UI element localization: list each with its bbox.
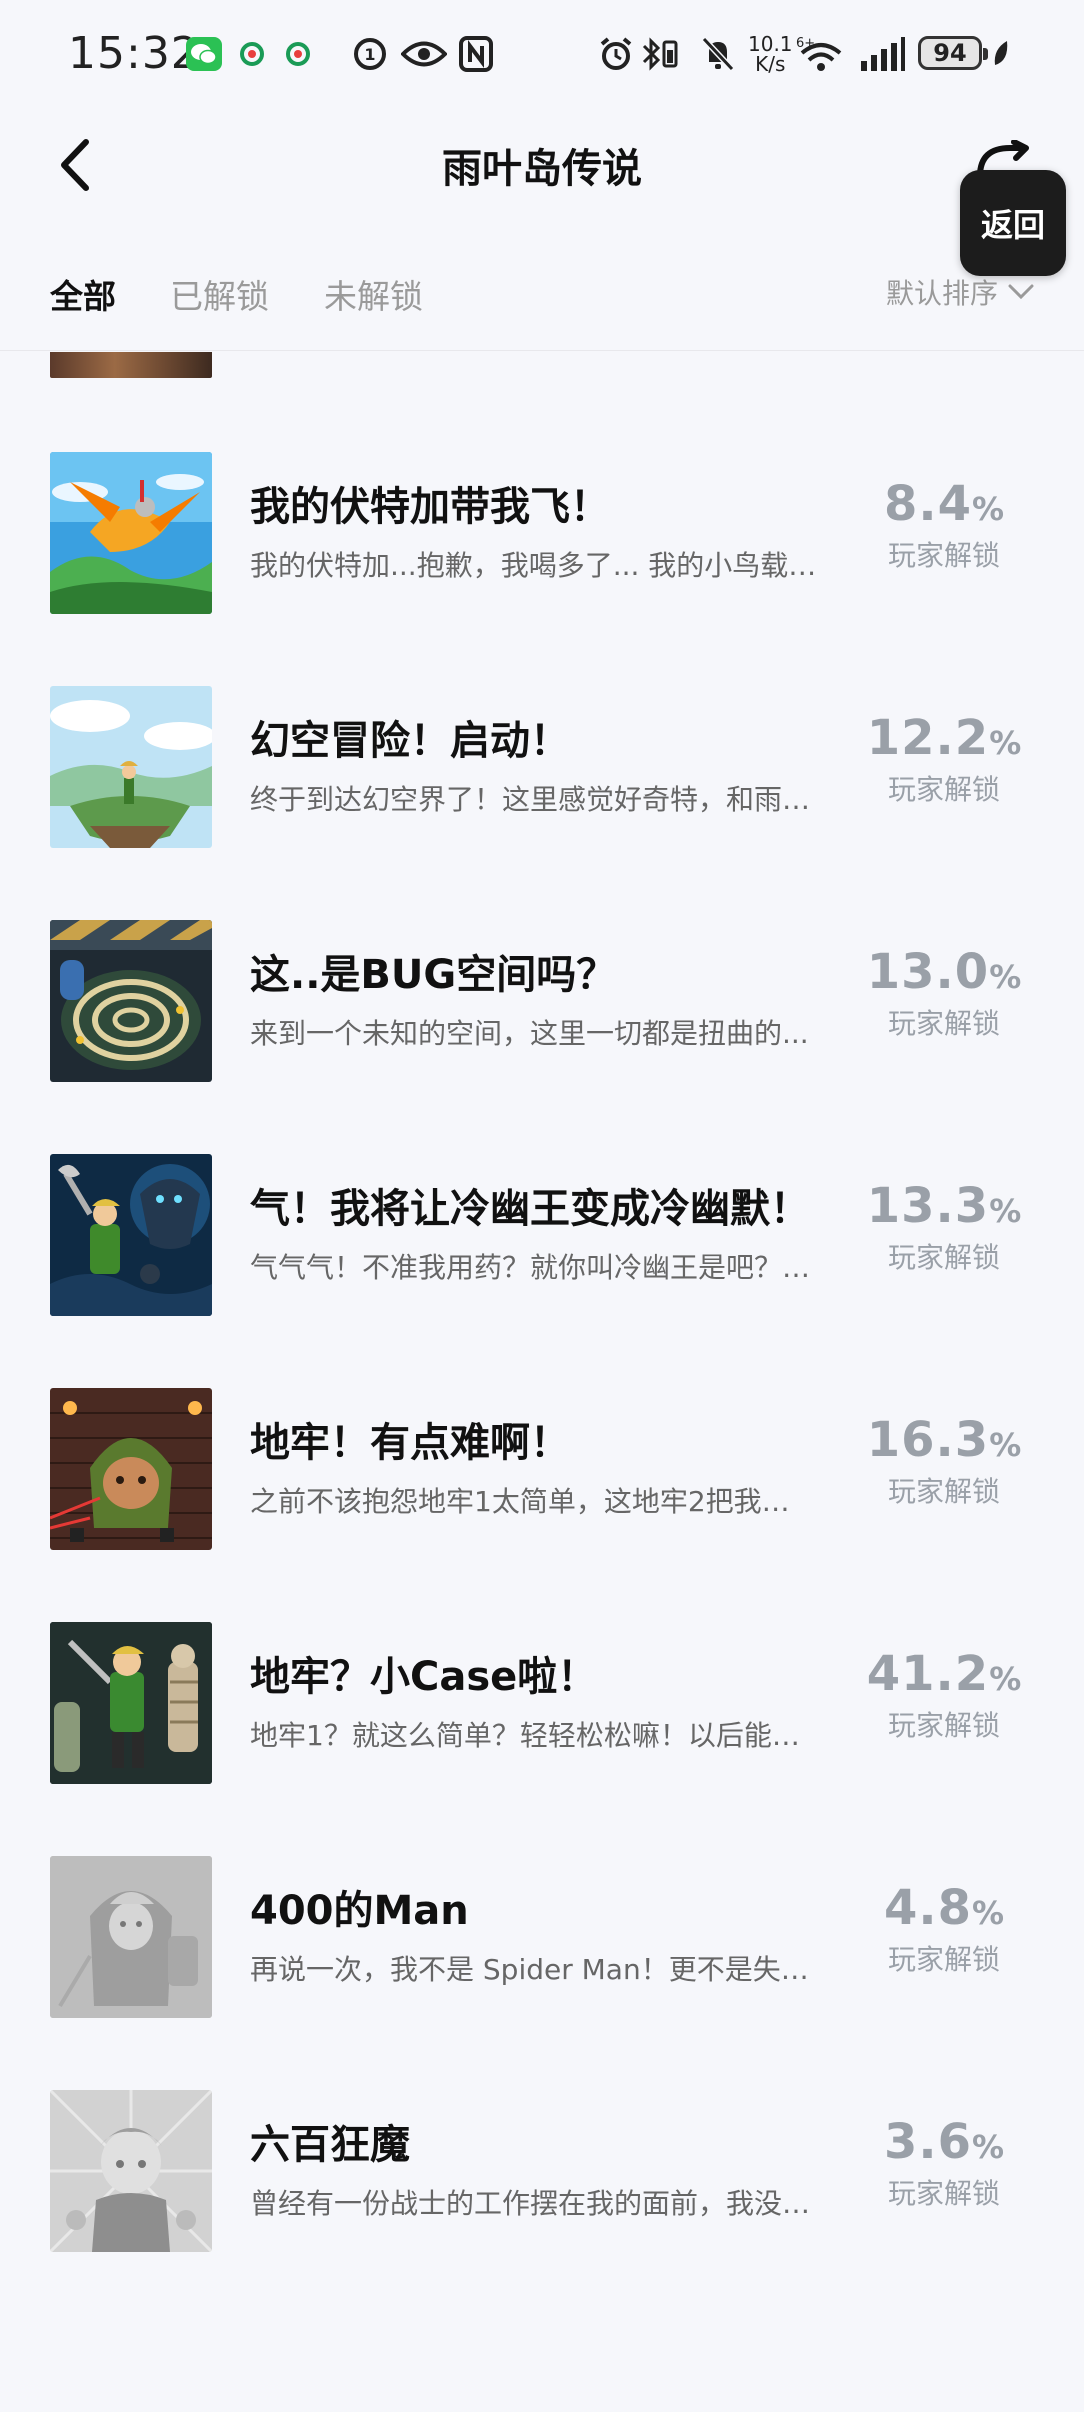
percent-symbol: % — [971, 1894, 1005, 1932]
unlock-rate: 4.8% 玩家解锁 — [854, 1880, 1034, 1978]
achievement-description: 我的伏特加...抱歉，我喝多了... 我的小鸟载… — [250, 549, 817, 582]
percent-symbol: % — [989, 958, 1022, 996]
unlock-rate: 13.0% 玩家解锁 — [854, 944, 1034, 1042]
unlock-rate: 16.3% 玩家解锁 — [854, 1412, 1034, 1510]
unlock-percent: 12.2 — [866, 710, 990, 766]
tab-all[interactable]: 全部 — [50, 270, 116, 318]
unlock-label: 玩家解锁 — [887, 773, 1000, 806]
achievement-title: 气！我将让冷幽王变成冷幽默！ — [250, 1186, 810, 1232]
achievement-thumbnail — [50, 920, 212, 1082]
alarm-icon — [596, 34, 636, 74]
unlock-percent: 41.2 — [866, 1646, 990, 1702]
achievement-thumbnail-locked — [50, 1856, 212, 2018]
bluetooth-battery-icon — [640, 34, 680, 74]
percent-symbol: % — [971, 490, 1005, 528]
page-title: 雨叶岛传说 — [442, 146, 642, 192]
unlock-percent: 16.3 — [866, 1412, 990, 1468]
battery-indicator: 94 — [918, 36, 988, 70]
unlock-percent: 8.4 — [883, 476, 972, 532]
achievement-item[interactable]: 这..是BUG空间吗？ 来到一个未知的空间，这里一切都是扭曲的... 13.0%… — [0, 920, 1084, 1084]
floating-return-button[interactable]: 返回 — [960, 170, 1066, 276]
china-mobile-icon — [232, 34, 272, 74]
unlock-label: 玩家解锁 — [887, 1241, 1000, 1274]
sort-dropdown[interactable]: 默认排序 — [886, 272, 1034, 312]
achievement-title: 地牢！有点难啊！ — [250, 1420, 570, 1466]
chevron-down-icon — [1008, 284, 1034, 300]
achievement-thumbnail — [50, 1622, 212, 1784]
achievement-item-locked[interactable]: 400的Man 再说一次，我不是 Spider Man！更不是失… 4.8% 玩… — [0, 1856, 1084, 2020]
sort-label: 默认排序 — [885, 277, 998, 310]
network-speed: 10.1 K/s — [748, 32, 793, 76]
unlock-percent: 13.0 — [866, 944, 990, 1000]
achievement-item[interactable]: 地牢！有点难啊！ 之前不该抱怨地牢1太简单，这地牢2把我… 16.3% 玩家解锁 — [0, 1388, 1084, 1552]
filter-tabs: 全部 已解锁 未解锁 默认排序 — [0, 260, 1084, 340]
unlock-label: 玩家解锁 — [887, 1709, 1000, 1742]
achievement-item[interactable]: 气！我将让冷幽王变成冷幽默！ 气气气！不准我用药？就你叫冷幽王是吧？… 13.3… — [0, 1154, 1084, 1318]
achievement-description: 曾经有一份战士的工作摆在我的面前，我没… — [250, 2187, 811, 2220]
achievement-description: 来到一个未知的空间，这里一切都是扭曲的... — [250, 1017, 809, 1050]
mute-icon — [698, 34, 738, 74]
unlock-label: 玩家解锁 — [887, 1007, 1000, 1040]
achievement-title: 我的伏特加带我飞！ — [250, 484, 610, 530]
unlock-label: 玩家解锁 — [887, 1943, 1000, 1976]
nfc-icon — [456, 34, 496, 74]
achievement-description: 之前不该抱怨地牢1太简单，这地牢2把我… — [250, 1485, 790, 1518]
percent-symbol: % — [989, 1192, 1022, 1230]
eye-icon — [400, 34, 448, 74]
achievement-item[interactable]: 地牢？小Case啦！ 地牢1？就这么简单？轻轻松松嘛！以后能… 41.2% 玩家… — [0, 1622, 1084, 1786]
achievement-item-locked[interactable]: 六百狂魔 曾经有一份战士的工作摆在我的面前，我没… 3.6% 玩家解锁 — [0, 2090, 1084, 2254]
china-mobile-icon — [278, 34, 318, 74]
achievement-title: 地牢？小Case啦！ — [250, 1654, 598, 1700]
unlock-percent: 4.8 — [883, 1880, 972, 1936]
achievement-title: 400的Man — [250, 1888, 469, 1934]
achievement-title: 这..是BUG空间吗？ — [250, 952, 617, 998]
achievement-item[interactable]: 我的伏特加带我飞！ 我的伏特加...抱歉，我喝多了... 我的小鸟载… 8.4%… — [0, 452, 1084, 616]
percent-symbol: % — [989, 1426, 1022, 1464]
tab-locked[interactable]: 未解锁 — [324, 270, 423, 318]
unlock-rate: 3.6% 玩家解锁 — [854, 2114, 1034, 2212]
percent-symbol: % — [989, 724, 1022, 762]
unlock-rate: 8.4% 玩家解锁 — [854, 476, 1034, 574]
achievement-item[interactable]: 幻空冒险！启动！ 终于到达幻空界了！这里感觉好奇特，和雨… 12.2% 玩家解锁 — [0, 686, 1084, 850]
achievement-thumbnail — [50, 1154, 212, 1316]
app-header: 雨叶岛传说 — [0, 110, 1084, 220]
achievement-description: 气气气！不准我用药？就你叫冷幽王是吧？… — [250, 1251, 811, 1284]
status-bar: 15:32 1 10.1 K/s 6+ 94 — [0, 0, 1084, 110]
achievement-description: 终于到达幻空界了！这里感觉好奇特，和雨… — [250, 783, 811, 816]
data-saver-icon: 1 — [350, 34, 390, 74]
unlock-rate: 13.3% 玩家解锁 — [854, 1178, 1034, 1276]
achievement-thumbnail — [50, 452, 212, 614]
unlock-rate: 12.2% 玩家解锁 — [854, 710, 1034, 808]
unlock-label: 玩家解锁 — [887, 2177, 1000, 2210]
achievement-thumbnail — [50, 686, 212, 848]
achievement-thumbnail — [50, 1388, 212, 1550]
status-time: 15:32 — [68, 28, 200, 79]
achievement-description: 地牢1？就这么简单？轻轻松松嘛！以后能… — [250, 1719, 800, 1752]
unlock-label: 玩家解锁 — [887, 539, 1000, 572]
svg-text:1: 1 — [364, 45, 375, 64]
wechat-icon — [184, 34, 224, 74]
percent-symbol: % — [971, 2128, 1005, 2166]
wifi-6-icon: 6+ — [796, 34, 846, 74]
divider — [0, 350, 1084, 351]
unlock-rate: 41.2% 玩家解锁 — [854, 1646, 1034, 1744]
achievement-title: 六百狂魔 — [250, 2122, 410, 2168]
unlock-percent: 13.3 — [866, 1178, 990, 1234]
percent-symbol: % — [989, 1660, 1022, 1698]
achievement-thumbnail-partial — [50, 352, 212, 378]
signal-icon — [858, 34, 906, 74]
achievement-thumbnail-locked — [50, 2090, 212, 2252]
leaf-icon — [988, 34, 1016, 74]
achievement-title: 幻空冒险！启动！ — [250, 718, 570, 764]
unlock-label: 玩家解锁 — [887, 1475, 1000, 1508]
tab-unlocked[interactable]: 已解锁 — [170, 270, 269, 318]
unlock-percent: 3.6 — [883, 2114, 972, 2170]
achievement-description: 再说一次，我不是 Spider Man！更不是失… — [250, 1953, 809, 1986]
